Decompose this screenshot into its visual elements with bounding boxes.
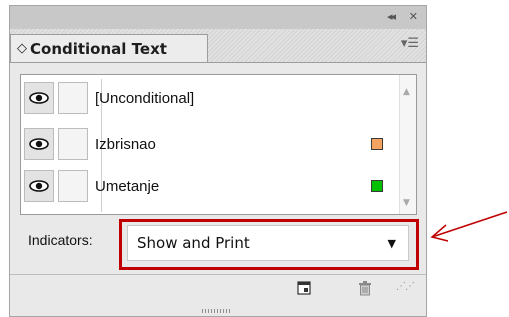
annotation-arrow — [430, 211, 508, 242]
